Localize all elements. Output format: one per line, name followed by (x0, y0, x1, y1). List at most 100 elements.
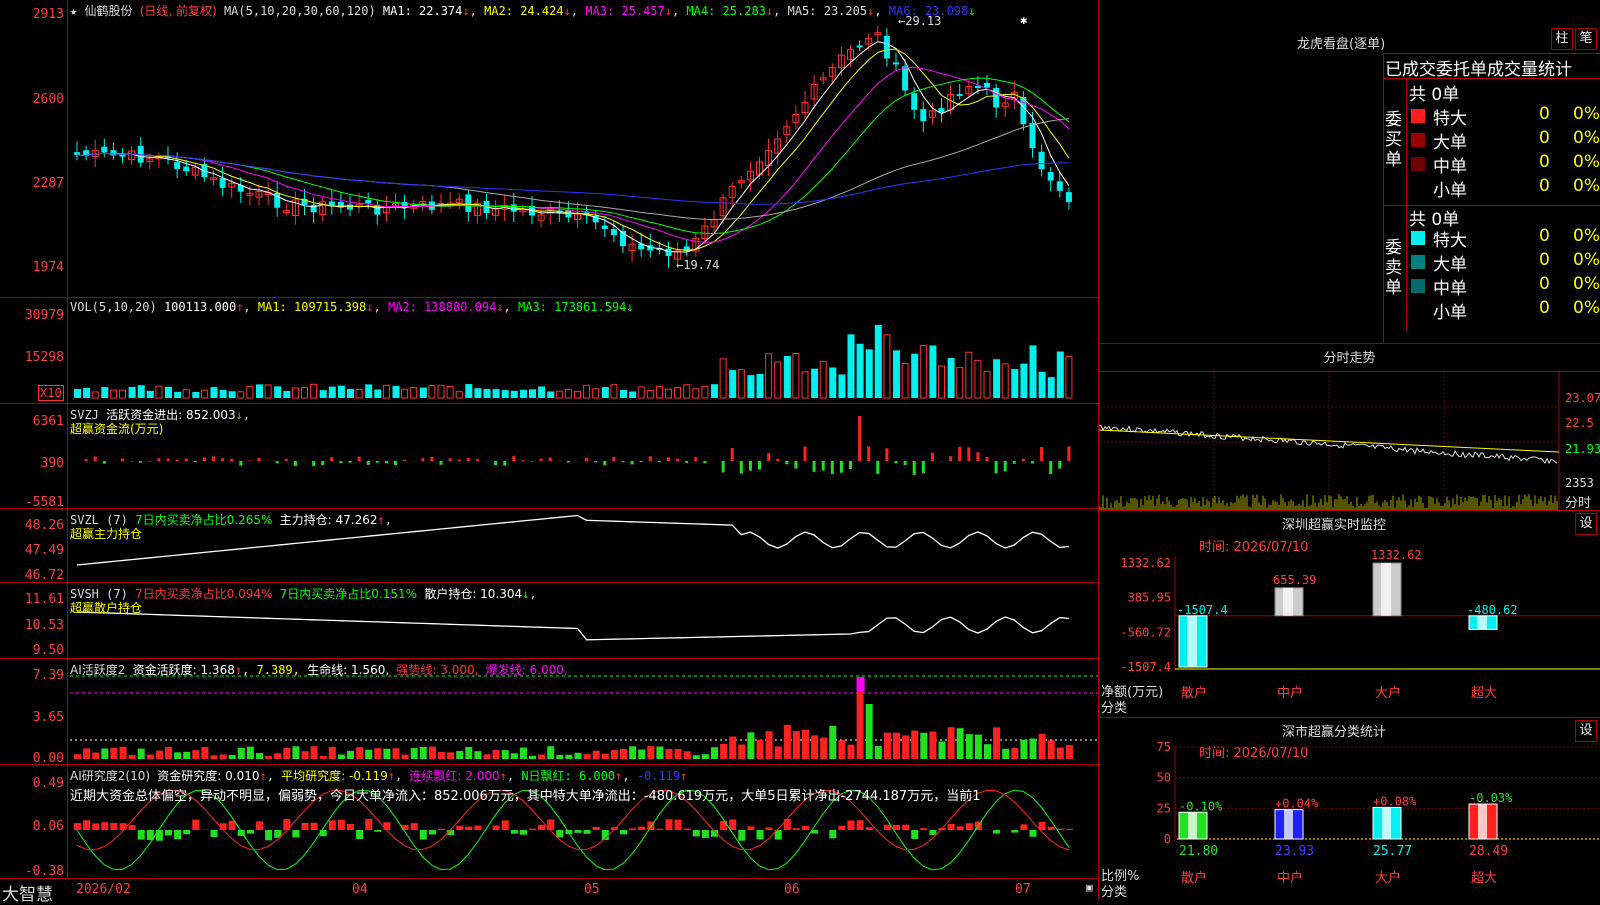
research-bar (520, 830, 527, 835)
vol-axis-label: 30979 (0, 308, 64, 323)
volume-bar (365, 384, 372, 398)
candle (611, 229, 617, 235)
activity-bar (766, 731, 773, 759)
volume-bar (538, 387, 545, 398)
candle (984, 83, 990, 88)
star-icon[interactable]: ★ (70, 4, 77, 18)
activity-bar (911, 731, 918, 759)
stock-name: 仙鹤股份 (84, 4, 132, 18)
activity-bar (520, 748, 527, 759)
research-bar (438, 829, 445, 830)
buy-swatch (1411, 133, 1425, 147)
main-chart-area[interactable]: ✱ ★ 仙鹤股份 (日线, 前复权) MA(5,10,20,30,60,120)… (0, 0, 1100, 900)
buy-row-label: 中单 (1433, 152, 1467, 177)
ai1-axis-label: 7.39 (0, 668, 64, 683)
svzj-sub: 超赢资金流(万元) (70, 420, 163, 437)
research-bar (729, 819, 736, 830)
activity-bar (447, 752, 454, 759)
research-bar (593, 827, 600, 830)
lock-icon[interactable]: ▣ (1086, 881, 1093, 894)
price-mode: (日线, 前复权) (140, 4, 217, 18)
monitor-category-label: 中户 (1277, 685, 1303, 701)
svsh-axis-label: 9.50 (0, 643, 64, 658)
price-axis-label: 2913 (0, 7, 64, 22)
sell-row-value: 0 (1539, 274, 1550, 294)
activity-bar (465, 747, 472, 759)
research-bar (1066, 829, 1073, 830)
research-bar (766, 827, 773, 830)
research-bar (802, 826, 809, 830)
volume-bar (966, 352, 972, 398)
research-bar (793, 828, 800, 830)
research-bar (948, 824, 955, 830)
activity-bar (829, 726, 836, 759)
buy-row-percent: 0% (1573, 104, 1600, 124)
candle (1057, 181, 1063, 190)
ai2-axis-label: 0.06 (0, 819, 64, 834)
volume-bar (565, 389, 571, 398)
stats-bar-shine (1382, 807, 1391, 839)
buy-row-percent: 0% (1573, 176, 1600, 196)
svzl-axis-label: 47.49 (0, 543, 64, 558)
candle (911, 93, 917, 110)
x-axis: 大智慧 2026/02 04 05 06 07 ▣ (0, 878, 1100, 901)
activity-bar (602, 754, 609, 759)
volume-bar (939, 366, 945, 398)
activity-bar (120, 747, 127, 759)
ma1-value: MA1: 22.374 (383, 4, 462, 18)
research-bar (757, 830, 764, 839)
volume-bar (311, 384, 317, 398)
sell-swatch (1411, 255, 1425, 269)
research-bar (129, 825, 136, 830)
monitor-axis-label: 1332.62 (1120, 556, 1171, 570)
buy-swatch (1411, 157, 1425, 171)
sell-side-label: 委卖单 (1385, 238, 1403, 298)
research-bar (347, 824, 354, 830)
x-tick-label: 2026/02 (76, 882, 131, 897)
activity-bar (320, 756, 327, 759)
research-bar (693, 830, 700, 836)
activity-bar (402, 755, 409, 759)
buy-row-label: 小单 (1433, 176, 1467, 201)
candle (74, 152, 80, 155)
vol-axis-label: 15298 (0, 350, 64, 365)
volume-bar (975, 360, 981, 398)
volume-bar (1066, 356, 1072, 398)
research-bar (92, 823, 99, 830)
candle (920, 109, 926, 121)
activity-bar (1066, 745, 1073, 759)
bar-mode-button[interactable]: 柱 (1551, 28, 1573, 50)
ma3-value: MA3: 25.457 (585, 4, 664, 18)
svsh-sub: 超赢散户持仓 (70, 599, 142, 616)
volume-bar (647, 390, 653, 398)
ma-line (77, 67, 1069, 242)
ai2-axis-label: 0.49 (0, 776, 64, 791)
monitor-xlabel: 分类 (1101, 697, 1127, 716)
activity-bar (165, 747, 172, 759)
stats-category-label: 大户 (1375, 870, 1401, 886)
volume-bar (984, 372, 990, 398)
volume-bar (493, 389, 500, 398)
research-bar (292, 830, 299, 837)
candle (975, 86, 981, 88)
volume-bar (875, 325, 882, 398)
activity-bar (420, 747, 427, 759)
research-bar (211, 830, 218, 837)
research-bar (420, 830, 427, 840)
activity-bar (893, 733, 900, 759)
research-bar (356, 830, 363, 839)
volume-bar (338, 386, 345, 398)
research-bar (329, 820, 336, 830)
activity-bar (702, 754, 709, 759)
activity-bar (611, 750, 618, 759)
intraday-xlabel: 分时 (1565, 492, 1591, 511)
stats-change-label: +0.04% (1275, 797, 1319, 811)
stats-category-label: 散户 (1181, 870, 1207, 886)
activity-bar (1002, 749, 1009, 759)
price-line (1099, 425, 1557, 463)
research-bar (702, 830, 709, 838)
research-bar (538, 825, 545, 830)
volume-bar (156, 386, 162, 398)
svzj-axis-label: -5581 (0, 495, 64, 510)
tick-mode-button[interactable]: 笔 (1575, 28, 1597, 50)
